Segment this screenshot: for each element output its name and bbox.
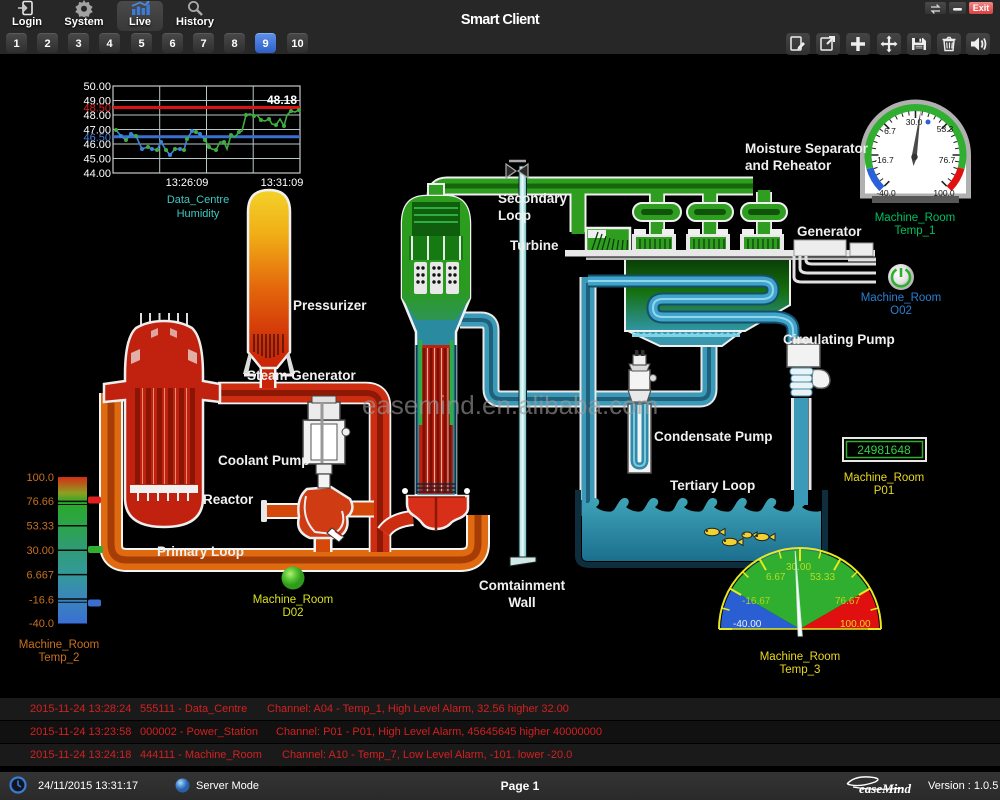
svg-text:Machine_Room: Machine_Room — [875, 212, 956, 224]
svg-text:Steam Generator: Steam Generator — [247, 368, 357, 383]
svg-text:53.33: 53.33 — [26, 521, 54, 533]
svg-text:Generator: Generator — [797, 224, 862, 239]
svg-text:Temp_2: Temp_2 — [39, 652, 80, 664]
svg-text:44.00: 44.00 — [83, 168, 111, 180]
svg-text:easeMind: easeMind — [859, 781, 912, 796]
svg-text:76.67: 76.67 — [835, 596, 860, 607]
svg-text:Circulating Pump: Circulating Pump — [783, 332, 895, 347]
svg-text:30.00: 30.00 — [26, 545, 54, 557]
svg-text:-16.7: -16.7 — [874, 155, 894, 165]
svg-text:100.0: 100.0 — [26, 472, 54, 484]
svg-text:53.3: 53.3 — [937, 124, 954, 134]
svg-text:Moisture Separator: Moisture Separator — [745, 141, 869, 156]
svg-text:Tertiary Loop: Tertiary Loop — [670, 478, 755, 493]
svg-text:48.50: 48.50 — [83, 103, 111, 115]
svg-text:Machine_Room: Machine_Room — [844, 472, 925, 484]
svg-text:46.50: 46.50 — [83, 132, 111, 144]
svg-text:24981648: 24981648 — [857, 443, 911, 457]
svg-text:76.7: 76.7 — [939, 155, 956, 165]
svg-text:Loop: Loop — [498, 208, 531, 223]
svg-text:Wall: Wall — [508, 595, 535, 610]
svg-text:6.7: 6.7 — [884, 126, 896, 136]
svg-text:13:26:09: 13:26:09 — [166, 177, 209, 189]
svg-text:Condensate Pump: Condensate Pump — [654, 429, 773, 444]
svg-text:Comtainment: Comtainment — [479, 578, 566, 593]
svg-text:45.00: 45.00 — [83, 154, 111, 166]
svg-text:Temp_3: Temp_3 — [780, 664, 821, 676]
svg-text:6.67: 6.67 — [766, 572, 786, 583]
svg-text:O02: O02 — [890, 305, 912, 317]
svg-text:48.18: 48.18 — [267, 93, 297, 107]
svg-text:-16.6: -16.6 — [29, 595, 54, 607]
svg-text:6.667: 6.667 — [26, 570, 54, 582]
svg-text:Secondary: Secondary — [498, 191, 568, 206]
svg-text:Machine_Room: Machine_Room — [760, 651, 841, 663]
svg-text:D02: D02 — [282, 607, 303, 619]
svg-text:53.33: 53.33 — [810, 572, 835, 583]
svg-text:Coolant Pump: Coolant Pump — [218, 453, 310, 468]
svg-text:Machine_Room: Machine_Room — [19, 639, 100, 651]
svg-text:100.00: 100.00 — [840, 619, 871, 630]
svg-text:Turbine: Turbine — [510, 238, 559, 253]
svg-text:-16.67: -16.67 — [742, 596, 771, 607]
svg-text:-40.00: -40.00 — [733, 619, 762, 630]
svg-text:Machine_Room: Machine_Room — [253, 594, 334, 606]
svg-text:Machine_Room: Machine_Room — [861, 292, 942, 304]
svg-text:easemind.en.alibaba.com: easemind.en.alibaba.com — [362, 390, 658, 420]
svg-text:Temp_1: Temp_1 — [895, 225, 936, 237]
svg-text:P01: P01 — [874, 485, 894, 497]
svg-text:Pressurizer: Pressurizer — [293, 298, 367, 313]
svg-text:Primary Loop: Primary Loop — [157, 544, 244, 559]
svg-text:76.66: 76.66 — [26, 496, 54, 508]
svg-text:and Reheator: and Reheator — [745, 158, 832, 173]
svg-text:Data_Centre: Data_Centre — [167, 194, 229, 206]
svg-text:-40.0: -40.0 — [29, 618, 54, 630]
svg-text:Reactor: Reactor — [203, 492, 254, 507]
svg-text:13:31:09: 13:31:09 — [261, 177, 304, 189]
svg-text:50.00: 50.00 — [83, 81, 111, 93]
svg-text:Humidity: Humidity — [177, 208, 220, 220]
svg-text:30.00: 30.00 — [786, 562, 811, 573]
